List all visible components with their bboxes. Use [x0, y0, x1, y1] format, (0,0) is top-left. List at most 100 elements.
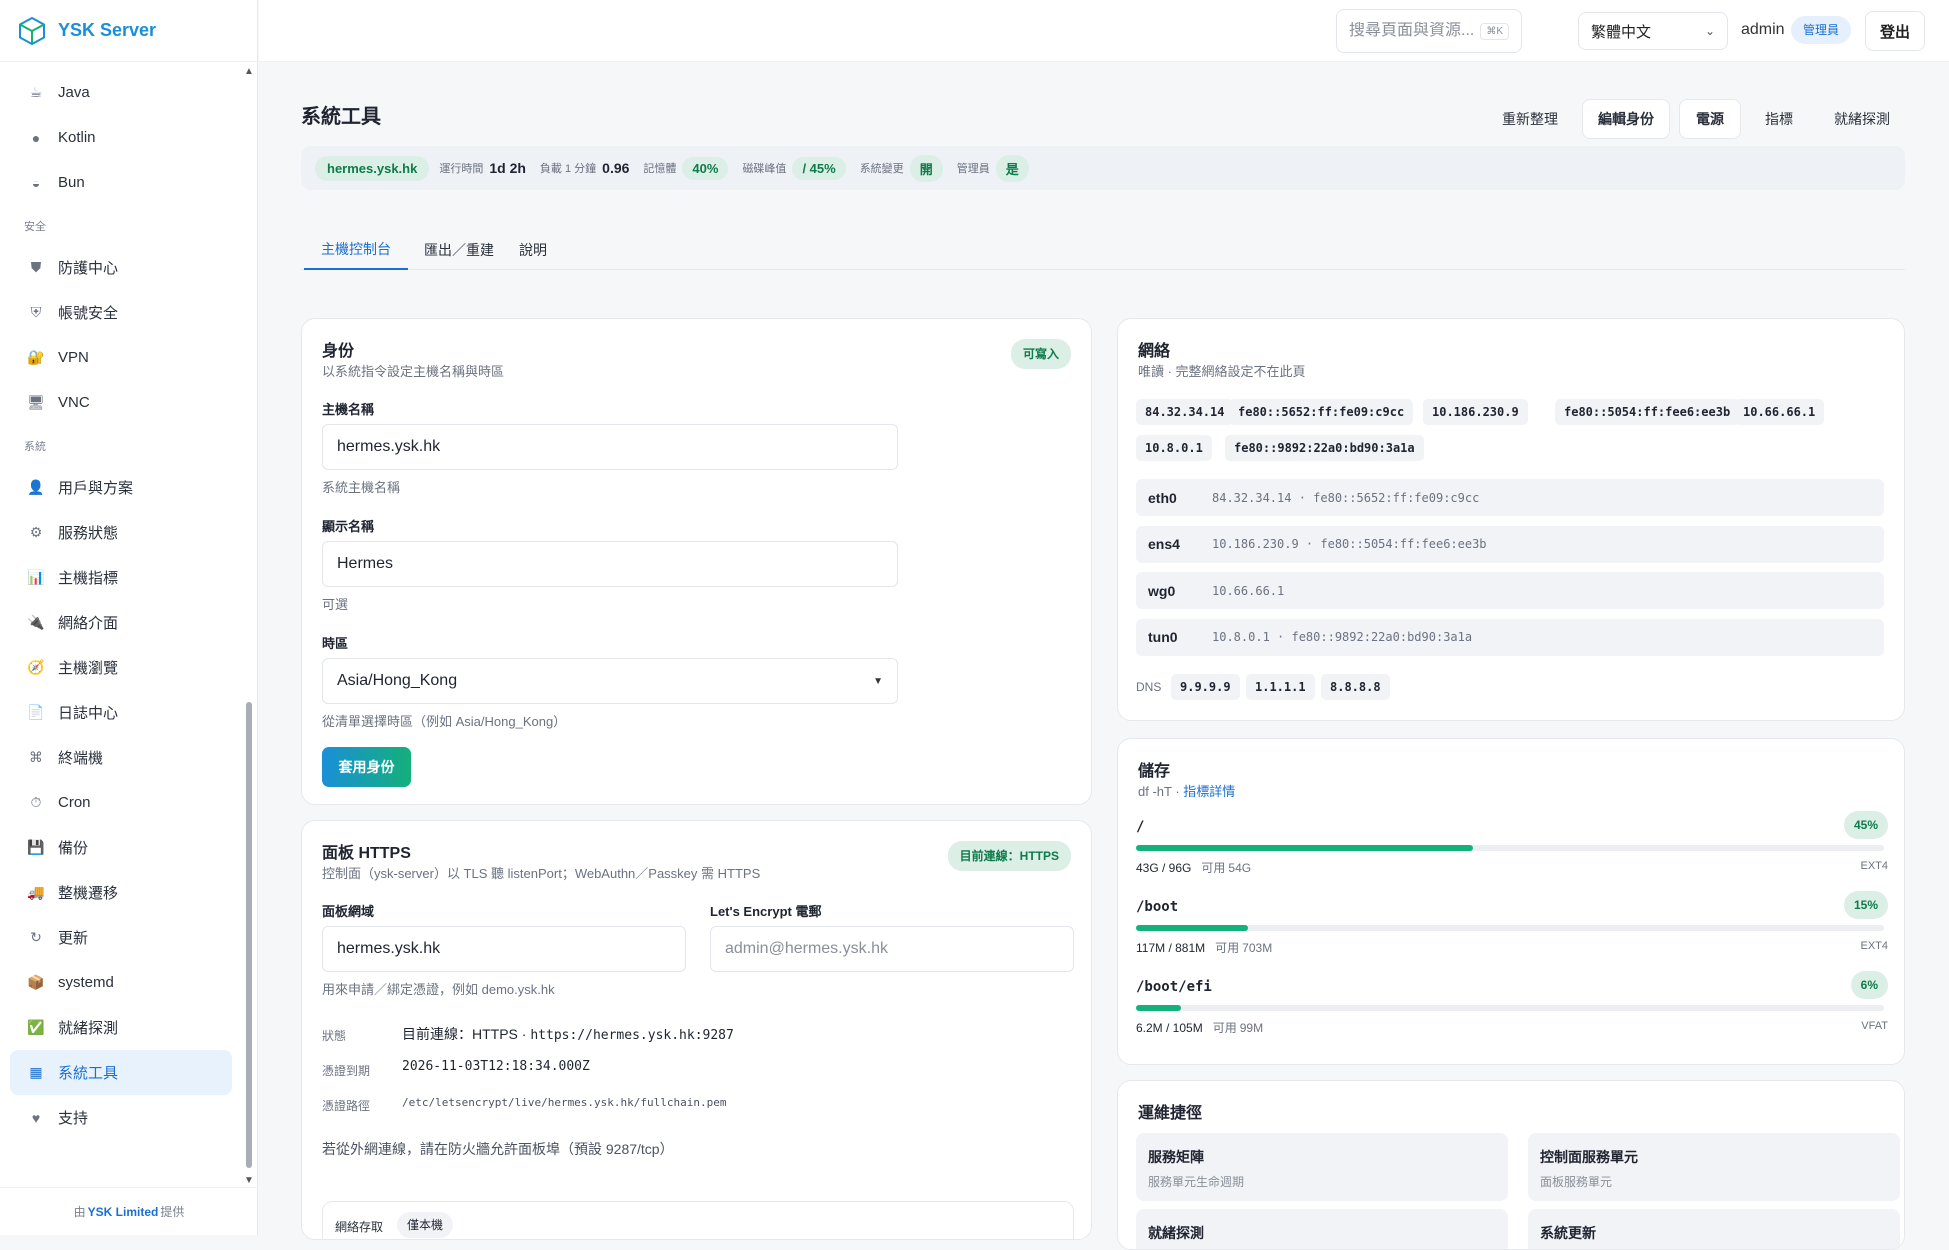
shield-check-icon: ⛨	[30, 304, 42, 320]
admin-label: 管理員	[956, 163, 990, 175]
tab-help[interactable]: 說明	[509, 230, 557, 270]
sidebar-item-monitor[interactable]: 🖥 VNC	[10, 380, 232, 425]
timezone-label: 時區	[322, 636, 349, 651]
shortcut-tile[interactable]: 系統更新	[1528, 1209, 1900, 1249]
scroll-up-arrow-icon[interactable]: ▲	[244, 66, 254, 77]
display-name-input[interactable]	[337, 555, 883, 573]
tab-export-rebuild[interactable]: 匯出／重建	[419, 230, 499, 270]
disk-mount: /	[1136, 819, 1145, 835]
hostname-label: 主機名稱	[322, 402, 375, 417]
sidebar-item-floppy[interactable]: 💾 備份	[10, 825, 232, 870]
dns-chip: 8.8.8.8	[1321, 674, 1390, 700]
sidebar-item-grid[interactable]: ▦ 系統工具	[10, 1050, 232, 1095]
sidebar-item-truck[interactable]: 🚚 整機遷移	[10, 870, 232, 915]
sidebar-item-command[interactable]: ⌘ 終端機	[10, 735, 232, 780]
sidebar-item-label: 防護中心	[58, 260, 119, 277]
sidebar-item-chart[interactable]: 📊 主機指標	[10, 555, 232, 600]
disk-usage-meta: 6.2M / 105M 可用 99M	[1136, 1019, 1263, 1036]
interface-row: wg0 10.66.66.1	[1136, 572, 1884, 609]
sidebar-item-checkbox[interactable]: ✅ 就緒探測	[10, 1005, 232, 1050]
cert-path-label: 憑證路徑	[322, 1099, 371, 1113]
disk-usage-fill	[1136, 1005, 1181, 1011]
sidebar-item-lock[interactable]: 🔐 VPN	[10, 335, 232, 380]
readiness-probe-button[interactable]: 就緒探測	[1820, 99, 1904, 139]
apply-identity-button[interactable]: 套用身份	[322, 747, 411, 787]
disk-usage-badge: 6%	[1850, 971, 1888, 999]
disk-usage-track	[1136, 845, 1884, 851]
sidebar-item-label: 服務狀態	[58, 525, 119, 542]
disk-value: / 45%	[792, 156, 846, 180]
language-value: 繁體中文	[1591, 23, 1652, 41]
shortcut-tile[interactable]: 控制面服務單元 面板服務單元	[1528, 1133, 1900, 1201]
panel-https-card: 面板 HTTPS 控制面（ysk-server）以 TLS 聽 listenPo…	[301, 820, 1092, 1240]
power-button[interactable]: 電源	[1679, 99, 1741, 139]
shortcut-tile[interactable]: 服務矩陣 服務單元生命週期	[1136, 1133, 1508, 1201]
load-value: 0.96	[602, 160, 630, 176]
sidebar-item-bun[interactable]: ◒ Bun	[10, 160, 232, 205]
network-access-value[interactable]: 僅本機	[397, 1212, 454, 1238]
edit-identity-button[interactable]: 編輯身份	[1582, 99, 1670, 139]
role-badge: 管理員	[1791, 16, 1852, 44]
scroll-thumb[interactable]	[246, 702, 252, 1168]
metrics-button[interactable]: 指標	[1752, 99, 1806, 139]
dns-chip: 1.1.1.1	[1246, 674, 1315, 700]
sidebar-item-label: 用戶與方案	[58, 480, 134, 497]
identity-card: 身份 以系統指令設定主機名稱與時區 可寫入 主機名稱 系統主機名稱 顯示名稱 可…	[301, 318, 1092, 805]
admin-value: 是	[995, 154, 1029, 182]
sidebar-item-coffee[interactable]: ☕ Java	[10, 70, 232, 115]
letsencrypt-email-input[interactable]	[725, 940, 1059, 958]
network-subtitle: 唯讀 · 完整網絡設定不在此頁	[1138, 364, 1306, 379]
panel-domain-input[interactable]	[337, 940, 671, 958]
sidebar-item-user[interactable]: 👤 用戶與方案	[10, 465, 232, 510]
address-chip: 10.8.0.1	[1136, 435, 1212, 461]
address-chip: 84.32.34.14	[1136, 399, 1234, 425]
sidebar-item-plug[interactable]: 🔌 網絡介面	[10, 600, 232, 645]
search-input[interactable]	[1349, 22, 1479, 40]
sidebar-item-label: Bun	[58, 174, 85, 191]
sidebar-item-heart[interactable]: ♥ 支持	[10, 1095, 232, 1140]
changes-value: 開	[909, 154, 943, 182]
tab-host-console[interactable]: 主機控制台	[304, 230, 408, 270]
cert-status-label: 狀態	[322, 1029, 347, 1043]
network-access-label: 網絡存取	[335, 1220, 384, 1234]
sidebar-item-package[interactable]: 📦 systemd	[10, 960, 232, 1005]
shortcut-title: 控制面服務單元	[1540, 1149, 1638, 1165]
interface-name: ens4	[1148, 536, 1180, 552]
sidebar-scrollbar[interactable]: ▲ ▼	[244, 66, 254, 1186]
sidebar-item-gear[interactable]: ⚙ 服務狀態	[10, 510, 232, 555]
language-select[interactable]: 繁體中文 ⌄	[1578, 12, 1728, 50]
sidebar-item-kotlin[interactable]: ● Kotlin	[10, 115, 232, 160]
sidebar-item-label: 帳號安全	[58, 305, 119, 322]
sidebar-item-label: 整機遷移	[58, 885, 119, 902]
search-box[interactable]: ⌘K	[1336, 9, 1522, 53]
footer-company-link[interactable]: YSK Limited	[88, 1205, 159, 1219]
sidebar-item-refresh[interactable]: ↻ 更新	[10, 915, 232, 960]
memory-value: 40%	[682, 156, 729, 180]
brand[interactable]: YSK Server	[0, 0, 257, 62]
hostname-field-wrap	[322, 424, 898, 470]
sidebar-item-label: 主機瀏覽	[58, 660, 119, 677]
host-status-bar: hermes.ysk.hk 運行時間 1d 2h 負載 1 分鐘 0.96 記憶…	[301, 146, 1905, 190]
sidebar-item-compass[interactable]: 🧭 主機瀏覽	[10, 645, 232, 690]
logout-button[interactable]: 登出	[1865, 11, 1925, 51]
hostname-help: 系統主機名稱	[322, 480, 401, 495]
refresh-button[interactable]: 重新整理	[1490, 99, 1570, 139]
changes-label: 系統變更	[859, 163, 904, 175]
timezone-select[interactable]: Asia/Hong_Kong ▼	[322, 658, 898, 704]
metrics-detail-link[interactable]: 指標詳情	[1183, 784, 1235, 799]
sidebar-item-clock[interactable]: ⏱ Cron	[10, 780, 232, 825]
shortcut-tile[interactable]: 就緒探測	[1136, 1209, 1508, 1249]
sidebar-item-shield-check[interactable]: ⛨ 帳號安全	[10, 290, 232, 335]
scroll-down-arrow-icon[interactable]: ▼	[244, 1175, 254, 1186]
hostname-input[interactable]	[337, 438, 883, 456]
current-connection-badge: 目前連線：HTTPS	[947, 841, 1071, 871]
shield-icon: ⛊	[30, 259, 42, 275]
interface-row: ens4 10.186.230.9 · fe80::5054:ff:fee6:ee…	[1136, 525, 1884, 563]
compass-icon: 🧭	[27, 659, 45, 675]
address-chip: fe80::9892:22a0:bd90:3a1a	[1225, 435, 1424, 461]
memory-label: 記憶體	[643, 163, 677, 175]
disk-usage-fill	[1136, 925, 1249, 931]
sidebar-item-document[interactable]: 📄 日誌中心	[10, 690, 232, 735]
interface-name: tun0	[1148, 629, 1178, 645]
sidebar-item-shield[interactable]: ⛊ 防護中心	[10, 245, 232, 290]
